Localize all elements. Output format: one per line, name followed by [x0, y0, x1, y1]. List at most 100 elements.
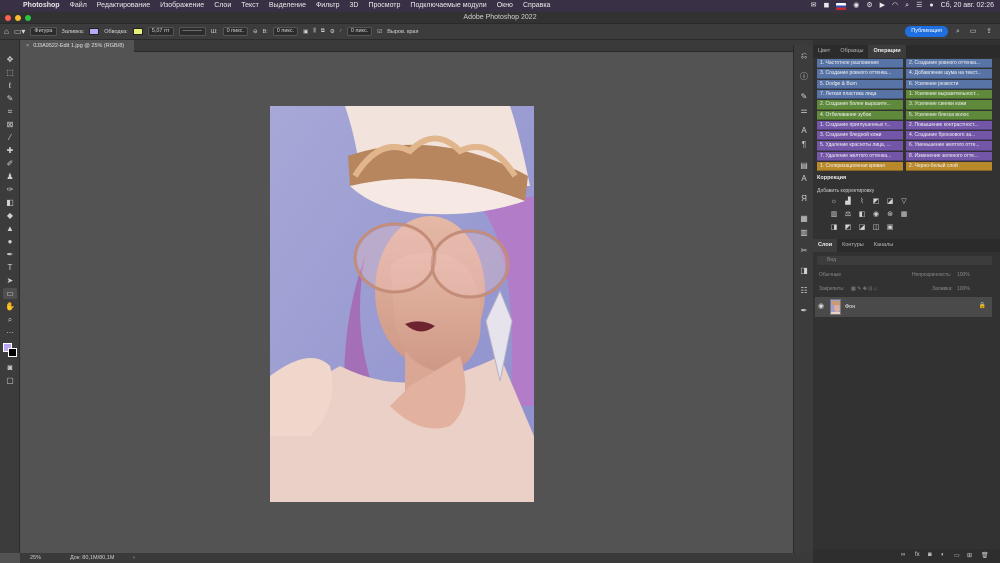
opacity-input[interactable]: 100%	[957, 271, 970, 280]
notes-icon[interactable]: ▥	[798, 227, 810, 238]
vibrance-icon[interactable]: ▽	[900, 198, 908, 206]
clock-text[interactable]: Сб, 20 авг. 02:26	[941, 0, 994, 12]
zoom-level[interactable]: 25%	[30, 553, 41, 563]
action-item[interactable]: 4. Создание бронзового за...	[906, 131, 992, 141]
eyedropper-tool-icon[interactable]: ⁄	[3, 132, 17, 143]
blend-mode-select[interactable]: Обычные	[819, 271, 841, 280]
trash-icon[interactable]: 🗑	[981, 552, 989, 559]
wifi-icon[interactable]: ◠	[892, 0, 898, 12]
menu-select[interactable]: Выделение	[264, 0, 311, 12]
zoom-window-button[interactable]	[25, 15, 31, 21]
search-icon[interactable]: ⌕	[954, 28, 962, 36]
adjustments-icon[interactable]: ⚌	[798, 105, 810, 116]
action-item[interactable]: 4. Отбеливание зубов	[817, 110, 903, 120]
record-icon[interactable]: ◉	[853, 0, 859, 12]
action-item[interactable]: 1. Соляризационная кривая	[817, 162, 903, 172]
menu-edit[interactable]: Редактирование	[92, 0, 155, 12]
character-styles-icon[interactable]: A	[798, 173, 810, 184]
action-item[interactable]: 3. Создание бледной кожи	[817, 131, 903, 141]
tab-actions[interactable]: Операции	[868, 45, 906, 58]
properties-icon[interactable]: ☷	[798, 285, 810, 296]
tab-channels[interactable]: Каналы	[869, 239, 899, 252]
black-white-icon[interactable]: ◧	[858, 211, 866, 219]
move-tool-icon[interactable]: ✥	[3, 54, 17, 65]
photo-filter-icon[interactable]: ◉	[872, 211, 880, 219]
action-item[interactable]: 8. Изменение зеленого отте...	[906, 151, 992, 162]
path-operations-icon[interactable]: ▣	[303, 29, 308, 35]
home-icon[interactable]: ⌂	[4, 27, 9, 36]
group-icon[interactable]: ▭	[954, 552, 960, 559]
new-layer-icon[interactable]: ⊞	[967, 552, 972, 559]
menu-type[interactable]: Текст	[236, 0, 264, 12]
path-arrangement-icon[interactable]: ⧉	[321, 28, 325, 35]
path-selection-tool-icon[interactable]: ➤	[3, 275, 17, 286]
color-balance-icon[interactable]: ⚖	[844, 211, 852, 219]
layer-style-icon[interactable]: fx	[915, 552, 920, 558]
color-swatches[interactable]	[3, 343, 19, 359]
invert-icon[interactable]: ◨	[830, 224, 838, 232]
width-input[interactable]: 0 пикс.	[222, 27, 248, 36]
navigator-icon[interactable]: ◨	[798, 265, 810, 276]
frame-tool-icon[interactable]: ⊠	[3, 119, 17, 130]
type-tool-icon[interactable]: T	[3, 262, 17, 273]
brush-settings-icon[interactable]: ✎	[798, 91, 810, 102]
layer-name[interactable]: Фон	[845, 297, 855, 317]
action-item[interactable]: 7. Легкая пластика лица	[817, 89, 903, 100]
action-item[interactable]: 2. Черно-белый слой	[906, 162, 992, 172]
color-lookup-icon[interactable]: ▦	[900, 211, 908, 219]
history-icon[interactable]: ⎌	[798, 50, 810, 61]
crop-tool-icon[interactable]: ⌗	[3, 106, 17, 117]
language-flag-icon[interactable]	[836, 2, 847, 10]
eraser-tool-icon[interactable]: ◧	[3, 197, 17, 208]
close-window-button[interactable]	[5, 15, 11, 21]
tools-icon[interactable]: ✂	[798, 245, 810, 256]
pen-tool-icon[interactable]: ✒	[3, 249, 17, 260]
paragraph-icon[interactable]: ¶	[798, 139, 810, 150]
paths-icon[interactable]: ✒	[798, 305, 810, 316]
stroke-width-input[interactable]: 5,07 пт	[147, 27, 174, 36]
info-icon[interactable]: ⓘ	[798, 71, 810, 82]
visibility-eye-icon[interactable]: ◉	[818, 302, 824, 310]
screen-mode-icon[interactable]: ▢	[3, 375, 17, 386]
more-tools-icon[interactable]: ···	[3, 327, 17, 338]
status-arrow-icon[interactable]: ›	[133, 553, 135, 563]
layer-row[interactable]: ◉ Фон 🔒	[815, 297, 992, 317]
document-info[interactable]: Док: 80,1M/80,1M	[70, 553, 114, 563]
canvas-image[interactable]	[270, 106, 534, 502]
share-icon[interactable]: ⇪	[985, 28, 993, 36]
align-edges-checkbox[interactable]: ☑	[377, 29, 382, 35]
menu-window[interactable]: Окно	[492, 0, 518, 12]
menu-layers[interactable]: Слои	[209, 0, 236, 12]
siri-icon[interactable]: ●	[929, 0, 933, 12]
action-item[interactable]: 2. Создание ровного оттенка...	[906, 59, 992, 69]
action-item[interactable]: 5. Удаление красноты лица, ...	[817, 141, 903, 151]
action-item[interactable]: 3. Усиление синяки кожи	[906, 100, 992, 110]
action-item[interactable]: 2. Повышение контрастност...	[906, 120, 992, 131]
action-item[interactable]: 3. Создание ровного оттенка...	[817, 69, 903, 79]
document-tab[interactable]: × 0J3A9522-Edit 1.jpg @ 25% (RGB/8)	[20, 40, 135, 52]
fill-input[interactable]: 100%	[957, 285, 970, 294]
gradient-fill-icon[interactable]: ▣	[886, 224, 894, 232]
path-alignment-icon[interactable]: ⫼	[313, 28, 316, 35]
fill-swatch[interactable]	[89, 28, 100, 35]
menu-file[interactable]: Файл	[65, 0, 92, 12]
play-icon[interactable]: ▶	[880, 0, 885, 12]
action-item[interactable]: 7. Удаление желтого оттенка...	[817, 151, 903, 162]
menu-filter[interactable]: Фильтр	[311, 0, 345, 12]
action-item[interactable]: 2. Создание более выразите...	[817, 100, 903, 110]
lasso-tool-icon[interactable]: ℓ	[3, 80, 17, 91]
clone-stamp-tool-icon[interactable]: ♟	[3, 171, 17, 182]
menu-3d[interactable]: 3D	[344, 0, 363, 12]
layer-mask-icon[interactable]: ◙	[928, 552, 932, 558]
gradient-map-icon[interactable]: ◪	[886, 198, 894, 206]
action-item[interactable]: 1. Создание приглушенных т...	[817, 120, 903, 131]
posterize-icon[interactable]: ◩	[844, 224, 852, 232]
link-layers-icon[interactable]: ∞	[901, 552, 905, 558]
healing-brush-tool-icon[interactable]: ✚	[3, 145, 17, 156]
background-color-swatch[interactable]	[8, 348, 17, 357]
publish-button[interactable]: Публикация	[905, 26, 948, 37]
tool-preset-icon[interactable]: ▭▾	[14, 27, 26, 36]
adjustment-layer-icon[interactable]: ◐	[941, 552, 945, 558]
menu-image[interactable]: Изображение	[155, 0, 209, 12]
action-item[interactable]: 1. Частотное разложение	[817, 59, 903, 69]
